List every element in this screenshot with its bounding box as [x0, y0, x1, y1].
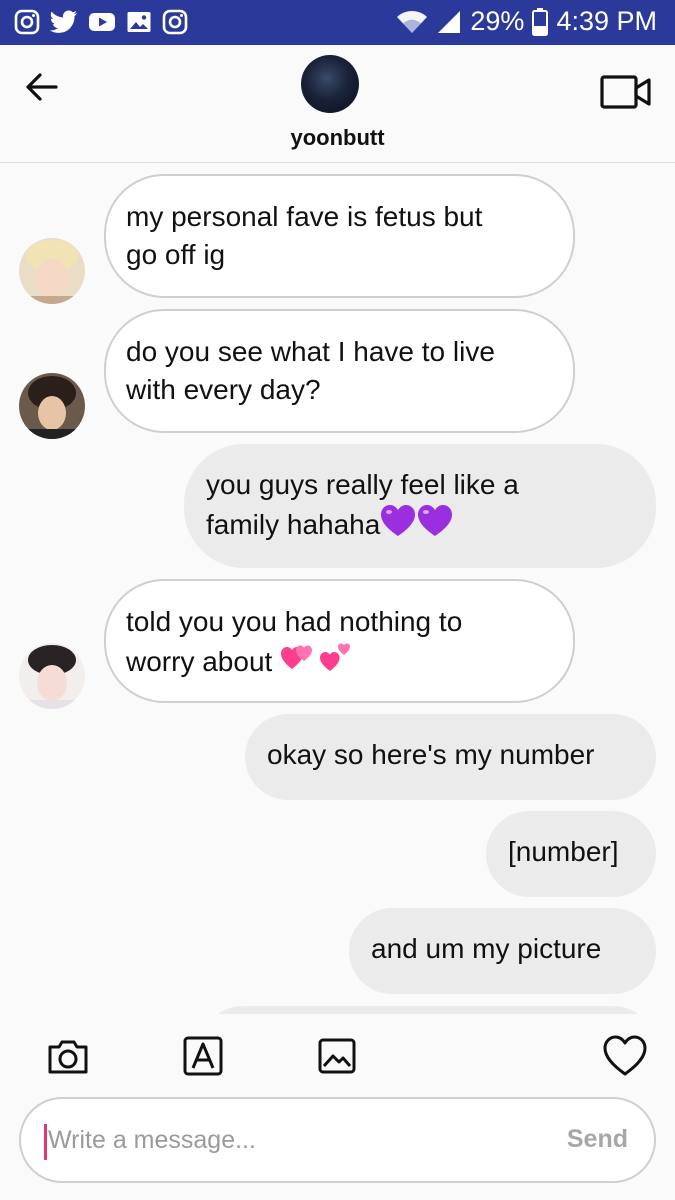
- instagram-icon: [14, 9, 40, 35]
- avatar-photo: [19, 373, 85, 439]
- purple-heart-emoji-icon: [380, 504, 454, 548]
- message-text: worry about: [126, 646, 273, 677]
- system-status: 29% 4:39 PM: [396, 6, 657, 37]
- back-button[interactable]: [22, 67, 62, 107]
- message-line: do you see what I have to live: [126, 336, 495, 367]
- avatar-photo: [19, 643, 85, 709]
- outgoing-message[interactable]: and um my picture: [349, 908, 656, 994]
- message-line: family hahaha: [206, 504, 634, 548]
- video-call-button[interactable]: [600, 73, 652, 113]
- battery-icon: [532, 7, 549, 36]
- incoming-message[interactable]: told you you had nothing to worry about: [104, 579, 575, 703]
- message-list[interactable]: my personal fave is fetus but go off ig …: [0, 164, 675, 1014]
- text-format-icon[interactable]: [182, 1034, 226, 1078]
- incoming-message[interactable]: my personal fave is fetus but go off ig: [104, 174, 575, 298]
- avatar-photo: [19, 238, 85, 304]
- clock: 4:39 PM: [556, 6, 657, 36]
- sender-avatar[interactable]: [19, 373, 85, 439]
- outgoing-message[interactable]: [number]: [486, 811, 656, 897]
- sender-avatar[interactable]: [19, 643, 85, 709]
- camera-icon[interactable]: [46, 1034, 90, 1078]
- send-button[interactable]: Send: [567, 1125, 628, 1154]
- wifi-icon: [397, 10, 428, 33]
- text-caret: [44, 1124, 47, 1160]
- pink-hearts-emoji-icon: [280, 641, 354, 685]
- message-line: and um my picture: [371, 933, 602, 964]
- message-line: [number]: [508, 836, 619, 867]
- gallery-icon: [127, 12, 151, 32]
- incoming-message[interactable]: do you see what I have to live with ever…: [104, 309, 575, 433]
- message-line: told you you had nothing to: [126, 606, 463, 637]
- sender-avatar[interactable]: [19, 238, 85, 304]
- message-text: family hahaha: [206, 509, 381, 540]
- message-line: you guys really feel like a: [206, 469, 519, 500]
- youtube-icon: [89, 13, 115, 31]
- signal-icon: [438, 10, 461, 33]
- heart-icon[interactable]: [602, 1034, 648, 1078]
- notification-icons: [14, 9, 188, 35]
- message-composer: Write a message... Send: [0, 1014, 675, 1200]
- thread-username[interactable]: yoonbutt: [0, 125, 675, 151]
- message-placeholder: Write a message...: [48, 1126, 256, 1154]
- message-line: okay so here's my number: [267, 739, 595, 770]
- status-bar: 29% 4:39 PM: [0, 0, 675, 45]
- outgoing-message[interactable]: you guys really feel like a family hahah…: [184, 444, 656, 568]
- message-line: my personal fave is fetus but: [126, 201, 483, 232]
- image-icon[interactable]: [316, 1034, 360, 1078]
- twitter-icon: [50, 10, 77, 33]
- message-line: with every day?: [126, 374, 321, 405]
- thread-avatar[interactable]: [301, 55, 359, 113]
- message-line: go off ig: [126, 239, 226, 270]
- outgoing-message-partial[interactable]: [200, 1006, 656, 1014]
- instagram-icon: [162, 9, 188, 35]
- message-input[interactable]: Write a message... Send: [19, 1097, 656, 1183]
- message-line: worry about: [126, 641, 553, 685]
- battery-percent: 29%: [470, 6, 525, 36]
- thread-header: yoonbutt: [0, 45, 675, 163]
- outgoing-message[interactable]: okay so here's my number: [245, 714, 656, 800]
